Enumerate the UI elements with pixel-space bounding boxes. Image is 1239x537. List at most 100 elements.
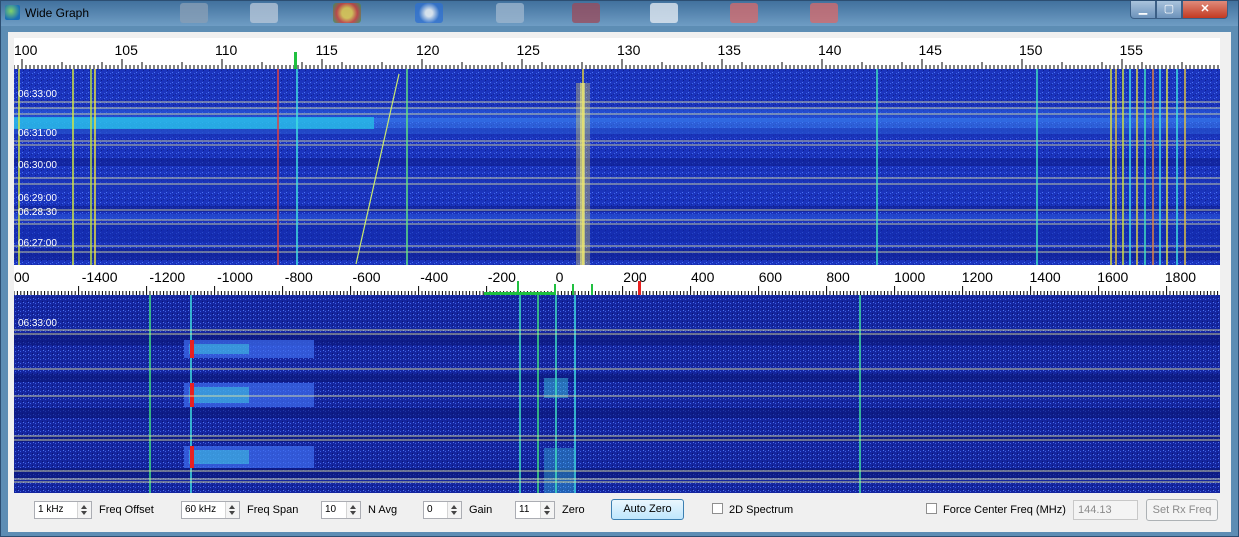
wide-graph-window: Wide Graph ▁ ▢ ✕ 100 105 110 115 120 125… (0, 0, 1239, 537)
bottom-scale-label: 0 (556, 269, 564, 285)
top-scale-label: 150 (1019, 42, 1043, 58)
wide-graph-display[interactable]: 10010511011512012513013514014515015516 0… (14, 38, 1220, 493)
signal-marker (572, 284, 574, 295)
spin-up-icon[interactable] (350, 505, 356, 509)
signal-trace (574, 295, 576, 493)
spin-arrows[interactable] (77, 502, 91, 518)
client-area: 10010511011512012513013514014515015516 0… (8, 32, 1231, 532)
signal-trace (859, 295, 861, 493)
timestamp-label: 06:27:00 (18, 238, 57, 249)
waterfall-band (14, 178, 1220, 192)
spin-down-icon[interactable] (81, 511, 87, 515)
timestamp-label: 06:31:00 (18, 128, 57, 139)
waterfall-band (14, 206, 1220, 212)
freq-offset-spinbox[interactable]: 1 kHz (34, 501, 92, 519)
spin-up-icon[interactable] (544, 505, 550, 509)
waterfall-band (14, 468, 1220, 478)
bottom-scale-label: -1000 (217, 269, 253, 285)
spin-arrows[interactable] (346, 502, 360, 518)
spin-arrows[interactable] (225, 502, 239, 518)
window-title: Wide Graph (25, 6, 90, 20)
bottom-scale-label: 800 (826, 269, 850, 285)
app-icon (5, 5, 20, 20)
force-center-label: Force Center Freq (MHz) (943, 504, 1066, 516)
signal-trace (1122, 69, 1124, 265)
n-avg-value: 10 (325, 504, 337, 515)
signal-marker (591, 284, 593, 295)
zero-label: Zero (562, 504, 585, 516)
spectrum-2d-label: 2D Spectrum (729, 504, 794, 516)
auto-zero-button[interactable]: Auto Zero (611, 499, 684, 520)
top-scale-label: 135 (718, 42, 742, 58)
signal-trace (1115, 69, 1117, 265)
freq-span-spinbox[interactable]: 60 kHz (181, 501, 240, 519)
title-bar[interactable]: Wide Graph ▁ ▢ ✕ (1, 1, 1238, 26)
bottom-scale-label: -1200 (149, 269, 185, 285)
top-scale-label: 115 (316, 42, 339, 58)
n-avg-label: N Avg (368, 504, 398, 516)
spin-arrows[interactable] (540, 502, 554, 518)
top-scale-label: 155 (1120, 42, 1144, 58)
waterfall-band (14, 436, 1220, 442)
top-scale-label: 110 (215, 42, 238, 58)
top-scale-label: 145 (919, 42, 943, 58)
spin-down-icon[interactable] (229, 511, 235, 515)
force-center-checkbox[interactable] (926, 503, 937, 514)
signal-trace (876, 69, 878, 265)
signal-trace (1136, 69, 1138, 265)
signal-trace (1176, 69, 1178, 265)
spin-up-icon[interactable] (81, 505, 87, 509)
signal-trace (72, 69, 74, 265)
maximize-button[interactable]: ▢ (1156, 1, 1182, 19)
n-avg-spinbox[interactable]: 10 (321, 501, 361, 519)
set-rx-freq-button[interactable]: Set Rx Freq (1146, 499, 1218, 521)
activity-blob (189, 344, 249, 354)
spectrum-2d-checkbox[interactable] (712, 503, 723, 514)
waterfall-band (14, 408, 1220, 418)
freq-span-value: 60 kHz (185, 504, 217, 515)
top-scale-label: 130 (617, 42, 641, 58)
zero-spinbox[interactable]: 11 (515, 501, 555, 519)
spin-down-icon[interactable] (544, 511, 550, 515)
tx-passband-marker (484, 292, 556, 295)
timestamp-label: 06:33:00 (18, 89, 57, 100)
signal-trace (1152, 69, 1154, 265)
waterfall-band (14, 248, 1220, 260)
signal-trace (1036, 69, 1038, 265)
bottom-scale-label: -200 (488, 269, 516, 285)
rx-offset-marker (638, 281, 641, 295)
top-scale-label: 100 (14, 42, 38, 58)
freq-offset-label: Freq Offset (99, 504, 154, 516)
spin-down-icon[interactable] (451, 511, 457, 515)
signal-trace (1184, 69, 1186, 265)
gain-spinbox[interactable]: 0 (423, 501, 462, 519)
activity-blob (189, 387, 249, 403)
timestamp-label: 06:28:30 (18, 207, 57, 218)
waterfall-band (14, 374, 1220, 382)
bottom-scale-label: 1800 (1165, 269, 1196, 285)
center-freq-input[interactable]: 144.13 (1073, 500, 1138, 520)
spin-up-icon[interactable] (451, 505, 457, 509)
bottom-scale-label: 00 (14, 269, 30, 285)
signal-trace (94, 69, 96, 265)
signal-trace (296, 69, 298, 265)
bottom-scale-label: 600 (759, 269, 783, 285)
waterfall-band (14, 223, 1220, 243)
signal-trace (555, 295, 557, 493)
spin-up-icon[interactable] (229, 505, 235, 509)
freq-span-label: Freq Span (247, 504, 299, 516)
top-scale-label: 125 (517, 42, 541, 58)
close-button[interactable]: ✕ (1182, 1, 1228, 19)
activity-blob (189, 450, 249, 464)
strong-band (14, 117, 374, 129)
spin-arrows[interactable] (447, 502, 461, 518)
spin-down-icon[interactable] (350, 511, 356, 515)
top-scale-label: 120 (416, 42, 440, 58)
minimize-button[interactable]: ▁ (1130, 1, 1156, 19)
signal-marker (554, 284, 556, 295)
timestamp-label: 06:30:00 (18, 160, 57, 171)
strong-signal (190, 446, 194, 468)
bottom-scale-label: -800 (285, 269, 313, 285)
top-scale-label: 105 (115, 42, 139, 58)
timestamp-label: 06:29:00 (18, 193, 57, 204)
